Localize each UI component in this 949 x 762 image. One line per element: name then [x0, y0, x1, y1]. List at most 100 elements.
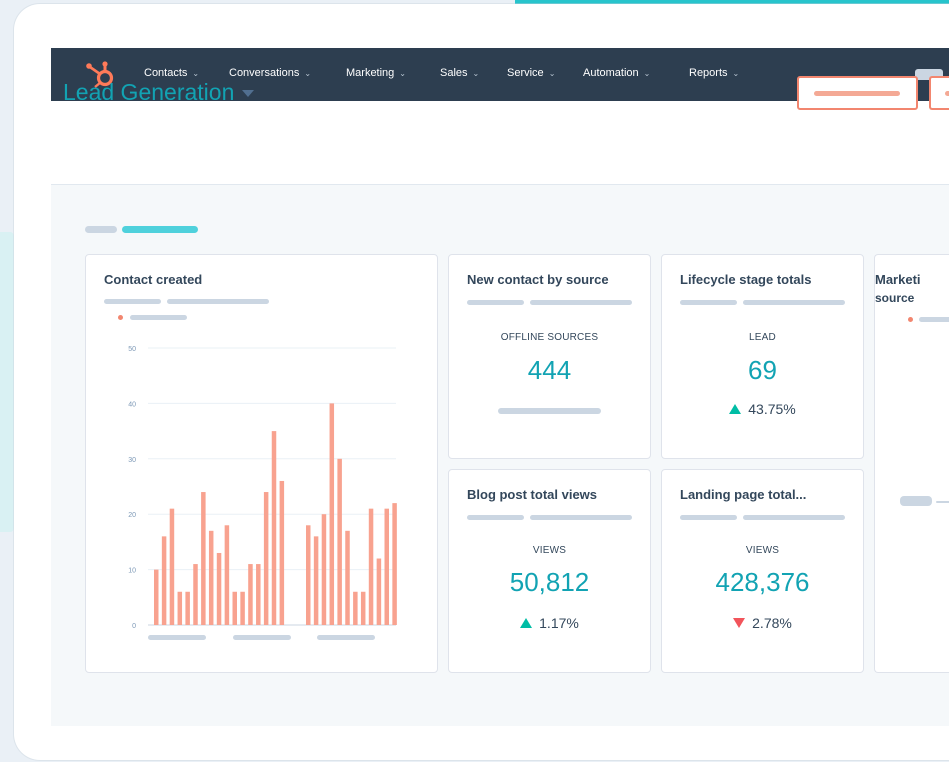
header-action-button[interactable] — [797, 76, 918, 110]
dashboard-header — [51, 101, 949, 185]
triangle-down-icon — [733, 618, 746, 628]
nav-item-label: Conversations — [229, 67, 300, 79]
chevron-down-icon: ⌄ — [548, 68, 556, 78]
nav-item-contacts[interactable]: Contacts ⌄ — [144, 67, 199, 79]
card-title-line2: source — [875, 291, 915, 305]
kpi-change: 1.17% — [449, 615, 650, 631]
nav-item-conversations[interactable]: Conversations ⌄ — [229, 67, 311, 79]
nav-item-label: Service — [507, 67, 544, 79]
chart-bar[interactable] — [169, 508, 175, 625]
kpi-label: OFFLINE SOURCES — [500, 332, 599, 343]
subtitle-placeholder — [167, 299, 269, 304]
chart-bar[interactable] — [313, 536, 319, 625]
y-tick-label: 50 — [128, 346, 136, 353]
nav-item-automation[interactable]: Automation ⌄ — [583, 67, 650, 79]
chart-bar[interactable] — [321, 514, 327, 625]
caret-down-icon — [242, 90, 255, 97]
kpi-change-value: 43.75% — [748, 401, 796, 417]
legend-label-placeholder — [130, 315, 187, 320]
chart-bar[interactable] — [216, 552, 222, 625]
chart-bar[interactable] — [345, 530, 350, 625]
dashboard-selector[interactable]: Lead Generation — [63, 79, 255, 106]
y-tick-label: 0 — [132, 623, 136, 630]
header-secondary-button[interactable] — [929, 76, 949, 110]
kpi-value: 428,376 — [715, 567, 810, 597]
chevron-down-icon: ⌄ — [399, 68, 406, 78]
accent-strip-left — [0, 232, 14, 532]
chart-bar[interactable] — [263, 492, 269, 625]
legend-dot — [118, 315, 123, 320]
chart-bar[interactable] — [376, 558, 382, 625]
subtitle-placeholder — [467, 300, 524, 305]
chevron-down-icon: ⌄ — [472, 68, 480, 78]
filter-pill[interactable] — [85, 226, 117, 233]
y-tick-label: 10 — [128, 568, 136, 575]
chart-bar[interactable] — [193, 564, 198, 625]
chart-bar[interactable] — [232, 591, 238, 625]
card-title: Marketi — [875, 272, 921, 287]
nav-item-label: Contacts — [144, 67, 188, 79]
chart-bar[interactable] — [337, 458, 342, 625]
y-tick-label: 30 — [128, 457, 136, 464]
filter-pill-active[interactable] — [122, 226, 198, 233]
button-label-placeholder — [945, 91, 949, 96]
chart-bar[interactable] — [384, 508, 390, 625]
chart-placeholder — [900, 496, 932, 506]
report-card-landing-page-total[interactable]: Landing page total... VIEWS 428,376 2.78… — [661, 469, 864, 673]
x-axis-label-placeholder — [233, 635, 291, 640]
legend-dot — [908, 317, 913, 322]
legend-label-placeholder — [919, 317, 949, 322]
report-card-new-contact-by-source[interactable]: New contact by source OFFLINE SOURCES 44… — [448, 254, 651, 459]
card-title: Contact created — [104, 272, 203, 287]
report-card-lifecycle-stage-totals[interactable]: Lifecycle stage totals LEAD 69 43.75% — [661, 254, 864, 459]
chart-bar[interactable] — [392, 503, 397, 625]
footer-placeholder — [498, 408, 601, 414]
nav-item-sales[interactable]: Sales ⌄ — [440, 67, 479, 79]
chevron-down-icon: ⌄ — [732, 68, 740, 78]
chart-bar[interactable] — [208, 530, 214, 625]
kpi-change-value: 2.78% — [752, 615, 792, 631]
chart-bar[interactable] — [306, 525, 311, 625]
y-tick-label: 40 — [128, 401, 136, 408]
kpi-label: VIEWS — [532, 545, 567, 556]
card-title: New contact by source — [467, 272, 609, 287]
chart-bar[interactable] — [177, 591, 183, 625]
kpi-value: 444 — [527, 355, 572, 385]
report-card-contact-created[interactable]: Contact created 0 10 20 30 40 50 — [85, 254, 438, 673]
chart-bar[interactable] — [161, 536, 167, 625]
x-axis-label-placeholder — [317, 635, 375, 640]
chart-bar[interactable] — [240, 591, 245, 625]
subtitle-placeholder — [743, 300, 845, 305]
chart-bar[interactable] — [256, 564, 261, 625]
chart-bar[interactable] — [154, 569, 159, 625]
chart-bar[interactable] — [224, 525, 230, 625]
chart-bar[interactable] — [248, 564, 253, 625]
nav-item-label: Marketing — [346, 67, 395, 79]
report-card-blog-post-total-views[interactable]: Blog post total views VIEWS 50,812 1.17% — [448, 469, 651, 673]
chart-bar[interactable] — [368, 508, 374, 625]
chart-bar[interactable] — [353, 591, 358, 625]
chart-bar[interactable] — [279, 480, 285, 625]
subtitle-placeholder — [530, 300, 632, 305]
subtitle-placeholder — [680, 300, 737, 305]
chart-bar[interactable] — [271, 431, 277, 625]
y-tick-label: 20 — [128, 512, 136, 519]
chart-bar[interactable] — [329, 403, 335, 625]
subtitle-placeholder — [467, 515, 524, 520]
page-title: Lead Generation — [63, 79, 235, 105]
chevron-down-icon: ⌄ — [192, 68, 200, 78]
nav-item-reports[interactable]: Reports ⌄ — [689, 67, 739, 79]
nav-item-marketing[interactable]: Marketing ⌄ — [346, 67, 406, 79]
subtitle-placeholder — [680, 515, 737, 520]
card-title: Landing page total... — [680, 487, 807, 502]
chart-bar[interactable] — [360, 591, 366, 625]
chart-bar[interactable] — [201, 492, 206, 625]
report-card-marketing-source[interactable]: Marketi source — [874, 254, 949, 673]
kpi-value: 69 — [748, 355, 777, 385]
kpi-label: VIEWS — [745, 545, 780, 556]
triangle-up-icon — [729, 404, 742, 414]
nav-item-service[interactable]: Service ⌄ — [507, 67, 555, 79]
kpi-change-value: 1.17% — [539, 615, 579, 631]
chart-bar[interactable] — [185, 591, 190, 625]
kpi-label: LEAD — [749, 332, 776, 343]
